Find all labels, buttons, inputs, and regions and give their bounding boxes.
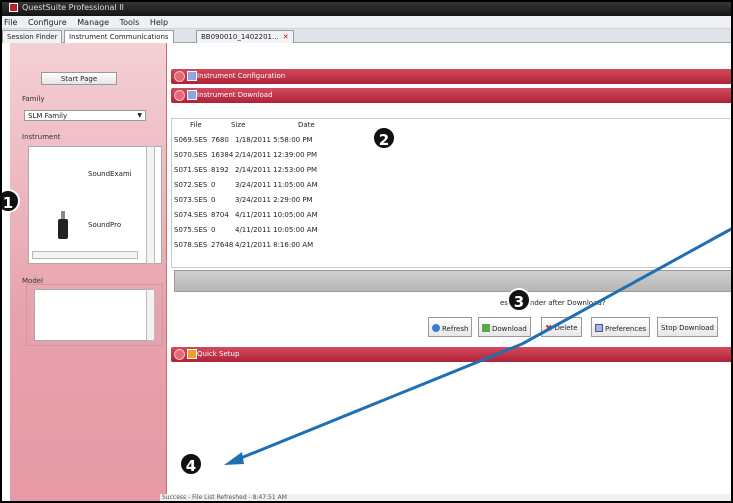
cell: 7680 — [211, 136, 229, 144]
section-quick-setup[interactable]: Quick Setup — [171, 347, 733, 362]
menu-bar: File Configure Manage Tools Help — [0, 16, 733, 29]
cell: 8704 — [211, 211, 229, 219]
cell: 0 — [211, 226, 216, 234]
preferences-icon — [595, 324, 603, 332]
button-label: Stop Download — [661, 324, 714, 332]
cell: 4/11/2011 10:05:00 AM — [235, 226, 318, 234]
gear-icon — [187, 71, 197, 81]
refresh-icon — [432, 324, 440, 332]
section-instrument-download[interactable]: Instrument Download — [171, 88, 733, 103]
table-row[interactable]: S074.SES 8704 4/11/2011 10:05:00 AM — [174, 211, 318, 219]
cell: S069.SES — [174, 136, 208, 144]
section-title: Quick Setup — [197, 350, 240, 358]
preferences-button[interactable]: Preferences — [591, 317, 651, 337]
download-icon — [187, 90, 197, 100]
model-label: Model — [22, 277, 44, 285]
cell: 27648 — [211, 241, 234, 249]
cell: 4/11/2011 10:05:00 AM — [235, 211, 318, 219]
progress-bar — [174, 270, 733, 292]
cell: 2/14/2011 12:39:00 PM — [235, 151, 318, 159]
section-title: Instrument Download — [197, 91, 273, 99]
cell: S074.SES — [174, 211, 208, 219]
cell: S078.SES — [174, 241, 208, 249]
instrument-item[interactable]: SoundExami — [88, 170, 132, 178]
cell: 2/14/2011 12:53:00 PM — [235, 166, 318, 174]
download-button[interactable]: Download — [478, 317, 531, 337]
expand-icon — [174, 90, 185, 101]
section-title: Instrument Configuration — [197, 72, 286, 80]
cell: 8192 — [211, 166, 229, 174]
cell: 0 — [211, 181, 216, 189]
model-list[interactable] — [34, 289, 154, 341]
start-page-button[interactable]: Start Page — [41, 72, 117, 85]
menu-file[interactable]: File — [4, 18, 17, 27]
cell: 16384 — [211, 151, 234, 159]
instrument-hscrollbar[interactable] — [32, 251, 138, 259]
instrument-label: Instrument — [22, 133, 61, 141]
cell: 3/24/2011 2:29:00 PM — [235, 196, 313, 204]
cell: 4/21/2011 8:16:00 AM — [235, 241, 314, 249]
tab-label: Instrument Communications — [69, 33, 169, 41]
cell: 0 — [211, 196, 216, 204]
cell: S075.SES — [174, 226, 208, 234]
cell: S073.SES — [174, 196, 208, 204]
close-icon[interactable]: ✕ — [283, 33, 289, 41]
chevron-down-icon: ▼ — [137, 112, 142, 119]
delete-button[interactable]: ✖ Delete — [541, 317, 582, 337]
delete-icon: ✖ — [545, 324, 553, 334]
tab-label: BB090010_1402201... — [201, 33, 279, 41]
title-bar: QuestSuite Professional II — [0, 0, 733, 16]
family-label: Family — [22, 95, 45, 103]
app-window: QuestSuite Professional II File Configur… — [0, 0, 733, 503]
instrument-list[interactable] — [28, 146, 162, 264]
expand-icon — [174, 349, 185, 360]
button-label: Refresh — [442, 325, 469, 333]
tab-instrument-communications[interactable]: Instrument Communications — [64, 30, 174, 43]
window-title: QuestSuite Professional II — [22, 3, 124, 12]
menu-tools[interactable]: Tools — [120, 18, 140, 27]
sound-meter-icon — [58, 211, 68, 241]
button-label: Delete — [554, 324, 578, 332]
refresh-button[interactable]: Refresh — [428, 317, 473, 337]
section-instrument-configuration[interactable]: Instrument Configuration — [171, 69, 733, 84]
callout-badge-2: 2 — [372, 126, 396, 150]
button-label: Preferences — [605, 325, 647, 333]
family-select[interactable]: SLM Family ▼ — [24, 110, 146, 121]
cell: S070.SES — [174, 151, 208, 159]
callout-badge-4: 4 — [179, 452, 203, 476]
cell: 1/18/2011 5:58:00 PM — [235, 136, 313, 144]
model-vscrollbar[interactable] — [146, 289, 155, 341]
callout-badge-3: 3 — [507, 288, 531, 312]
table-row[interactable]: S071.SES 8192 2/14/2011 12:53:00 PM — [174, 166, 317, 174]
table-row[interactable]: S070.SES 16384 2/14/2011 12:39:00 PM — [174, 151, 317, 159]
status-bar: Success - File List Refreshed - 8:47:51 … — [160, 494, 733, 503]
family-value: SLM Family — [28, 112, 68, 120]
tab-session-file[interactable]: BB090010_1402201... ✕ — [196, 30, 294, 43]
column-header-size[interactable]: Size — [231, 121, 245, 129]
menu-configure[interactable]: Configure — [28, 18, 67, 27]
table-row[interactable]: S072.SES 0 3/24/2011 11:05:00 AM — [174, 181, 318, 189]
cell: S072.SES — [174, 181, 208, 189]
table-row[interactable]: S073.SES 0 3/24/2011 2:29:00 PM — [174, 196, 313, 204]
column-header-date[interactable]: Date — [298, 121, 315, 129]
app-icon — [9, 3, 18, 12]
cell: S071.SES — [174, 166, 208, 174]
column-header-file[interactable]: File — [190, 121, 202, 129]
instrument-item[interactable]: SoundPro — [88, 221, 121, 229]
menu-manage[interactable]: Manage — [77, 18, 109, 27]
instrument-vscrollbar[interactable] — [146, 146, 155, 264]
menu-help[interactable]: Help — [150, 18, 168, 27]
cell: 3/24/2011 11:05:00 AM — [235, 181, 318, 189]
quick-setup-icon — [187, 349, 197, 359]
download-icon — [482, 324, 490, 332]
tab-label: Session Finder — [7, 33, 58, 41]
table-row[interactable]: S078.SES 27648 4/21/2011 8:16:00 AM — [174, 241, 313, 249]
stop-download-button[interactable]: Stop Download — [657, 317, 718, 337]
table-row[interactable]: S069.SES 7680 1/18/2011 5:58:00 PM — [174, 136, 313, 144]
tab-strip: Session Finder Instrument Communications… — [0, 29, 733, 43]
tab-session-finder[interactable]: Session Finder — [2, 30, 63, 43]
button-label: Download — [492, 325, 527, 333]
table-row[interactable]: S075.SES 0 4/11/2011 10:05:00 AM — [174, 226, 318, 234]
expand-icon — [174, 71, 185, 82]
